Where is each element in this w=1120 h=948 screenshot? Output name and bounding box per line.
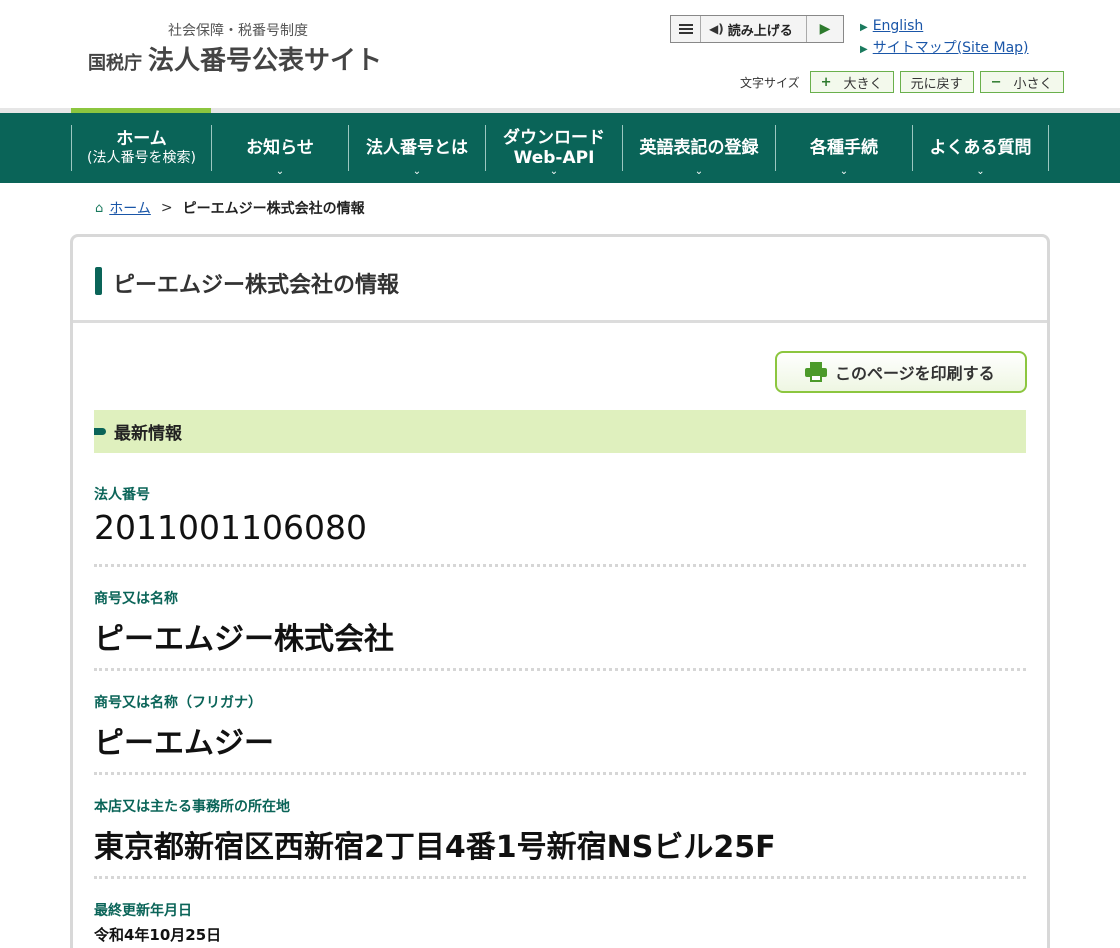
global-nav: ホーム (法人番号を検索) お知らせ ⌄ 法人番号とは ⌄ ダウンロード Web…: [0, 113, 1120, 183]
home-icon: ⌂: [95, 200, 104, 216]
print-page-button[interactable]: このページを印刷する: [775, 351, 1027, 393]
company-furigana-value: ピーエムジー: [94, 726, 274, 761]
chevron-down-icon: ⌄: [694, 166, 704, 177]
nav-download-label: ダウンロード: [503, 128, 605, 148]
field-company-name: 商号又は名称 ピーエムジー株式会社: [94, 588, 1026, 671]
field-label: 法人番号: [94, 487, 150, 503]
chevron-down-icon: ⌄: [549, 166, 559, 177]
breadcrumb-separator: >: [160, 200, 173, 216]
arrow-right-icon: ▶: [860, 44, 868, 55]
font-reset-label: 元に戻す: [910, 76, 963, 92]
corporate-number-value: 2011001106080: [94, 508, 367, 547]
read-aloud-button[interactable]: ◀) 読み上げる: [701, 16, 807, 42]
font-bigger-button[interactable]: + 大きく: [809, 71, 894, 93]
field-divider: [94, 772, 1026, 775]
read-aloud-label: 読み上げる: [727, 23, 793, 39]
breadcrumb: ⌂ ホーム > ピーエムジー株式会社の情報: [95, 198, 365, 218]
chevron-down-icon: ⌄: [275, 166, 285, 177]
plus-icon: +: [820, 74, 832, 90]
english-link[interactable]: ▶ English: [860, 16, 1029, 38]
field-divider: [94, 668, 1026, 671]
nav-home-label: ホーム: [116, 129, 167, 149]
nav-news[interactable]: お知らせ ⌄: [211, 125, 348, 177]
nav-procedures-label: 各種手続: [810, 138, 878, 158]
read-aloud-toolbar: ◀) 読み上げる ▶: [670, 15, 844, 43]
font-size-label: 文字サイズ: [740, 75, 800, 90]
font-smaller-label: 小さく: [1013, 76, 1053, 92]
header-links: ▶ English ▶ サイトマップ(Site Map): [860, 16, 1029, 60]
chevron-down-icon: ⌄: [839, 166, 849, 177]
nav-about-label: 法人番号とは: [366, 138, 468, 158]
logo-agency: 国税庁: [88, 53, 142, 74]
logo-title: 国税庁 法人番号公表サイト: [88, 40, 382, 77]
nav-english[interactable]: 英語表記の登録 ⌄: [622, 125, 775, 177]
logo-subtitle: 社会保障・税番号制度: [168, 23, 308, 39]
chevron-down-icon: ⌄: [412, 166, 422, 177]
breadcrumb-current: ピーエムジー株式会社の情報: [182, 201, 365, 217]
printer-icon: [805, 362, 827, 382]
nav-faq-label: よくある質問: [929, 138, 1032, 158]
field-label: 最終更新年月日: [94, 903, 192, 919]
field-divider: [94, 564, 1026, 567]
company-name-value: ピーエムジー株式会社: [94, 622, 394, 657]
last-updated-value: 令和4年10月25日: [94, 926, 222, 944]
print-page-label: このページを印刷する: [835, 364, 995, 383]
logo-site-name: 法人番号公表サイト: [148, 46, 383, 76]
field-divider: [94, 876, 1026, 879]
nav-english-label: 英語表記の登録: [639, 138, 759, 158]
field-corporate-number: 法人番号 2011001106080: [94, 484, 1026, 567]
font-smaller-button[interactable]: − 小さく: [979, 71, 1064, 93]
nav-procedures[interactable]: 各種手続 ⌄: [775, 125, 912, 177]
section-header-latest: 最新情報: [94, 410, 1026, 453]
field-label: 商号又は名称: [94, 591, 178, 607]
nav-download-sublabel: Web-API: [513, 148, 595, 168]
field-address: 本店又は主たる事務所の所在地 東京都新宿区西新宿2丁目4番1号新宿NSビル25F: [94, 796, 1026, 879]
breadcrumb-home-link[interactable]: ホーム: [109, 198, 151, 218]
english-link-label: English: [872, 18, 924, 34]
nav-news-label: お知らせ: [246, 138, 314, 158]
minus-icon: −: [990, 74, 1002, 90]
menu-icon[interactable]: [671, 16, 701, 42]
font-reset-button[interactable]: 元に戻す: [899, 71, 974, 93]
font-size-control: 文字サイズ + 大きく 元に戻す − 小さく: [740, 71, 1064, 93]
nav-home-sublabel: (法人番号を検索): [87, 150, 196, 166]
nav-faq[interactable]: よくある質問 ⌄: [912, 125, 1049, 177]
nav-download[interactable]: ダウンロード Web-API ⌄: [485, 125, 622, 177]
address-value: 東京都新宿区西新宿2丁目4番1号新宿NSビル25F: [94, 830, 776, 865]
company-info-panel: ピーエムジー株式会社の情報 このページを印刷する 最新情報 法人番号 20110…: [70, 234, 1050, 948]
section-marker: [94, 428, 106, 435]
sitemap-link[interactable]: ▶ サイトマップ(Site Map): [860, 38, 1029, 60]
title-accent-bar: [95, 267, 102, 295]
nav-about[interactable]: 法人番号とは ⌄: [348, 125, 485, 177]
panel-header: ピーエムジー株式会社の情報: [73, 237, 1047, 323]
speaker-icon: ◀): [709, 22, 724, 36]
font-bigger-label: 大きく: [843, 76, 883, 92]
arrow-right-icon: ▶: [860, 22, 868, 33]
field-label: 商号又は名称（フリガナ）: [94, 695, 262, 711]
play-icon[interactable]: ▶: [807, 16, 843, 42]
chevron-down-icon: ⌄: [976, 166, 985, 177]
field-company-furigana: 商号又は名称（フリガナ） ピーエムジー: [94, 692, 1026, 775]
nav-home[interactable]: ホーム (法人番号を検索): [71, 125, 211, 171]
field-last-updated: 最終更新年月日 令和4年10月25日: [94, 900, 1026, 945]
section-title: 最新情報: [114, 424, 182, 444]
page-title: ピーエムジー株式会社の情報: [113, 273, 400, 298]
sitemap-link-label: サイトマップ(Site Map): [872, 40, 1029, 56]
field-label: 本店又は主たる事務所の所在地: [94, 799, 290, 815]
